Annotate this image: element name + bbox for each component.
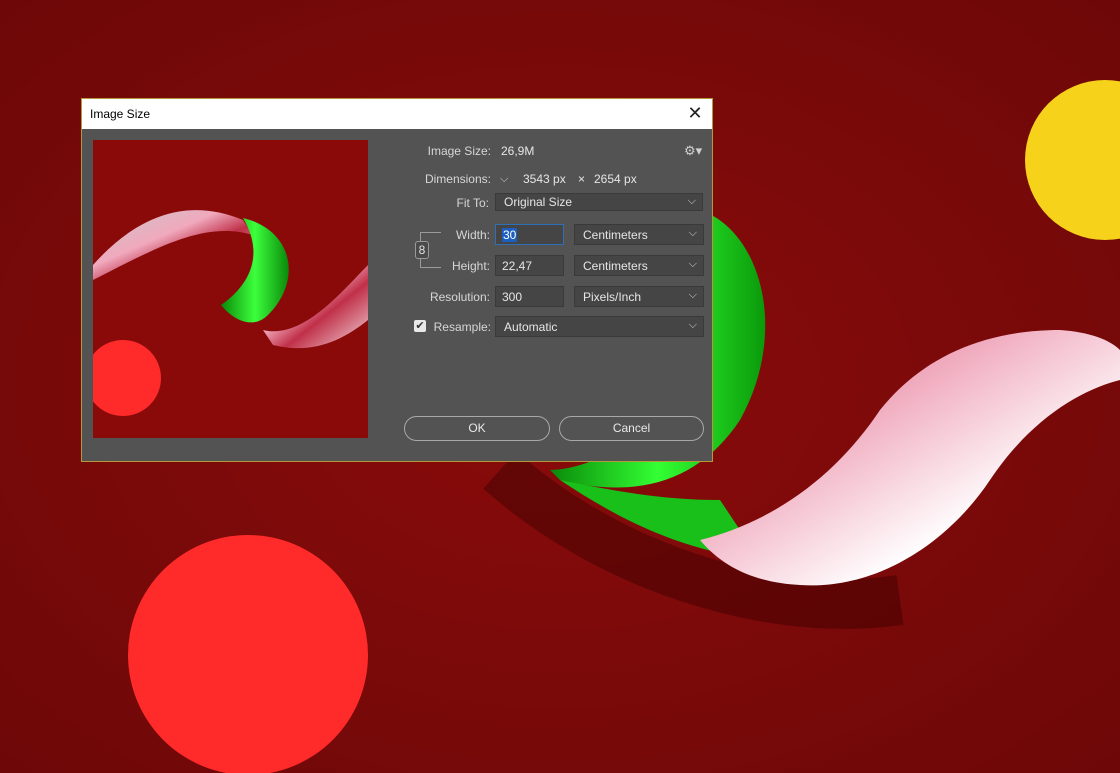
chevron-down-icon: ⌵ [688, 227, 697, 239]
image-size-value: 26,9M [501, 144, 535, 158]
chevron-down-icon: ⌵ [688, 289, 697, 301]
image-size-label: Image Size: [427, 144, 491, 158]
chevron-down-icon[interactable]: ⌵ [500, 173, 508, 186]
resolution-unit-select[interactable]: Pixels/Inch ⌵ [574, 286, 704, 307]
width-label: Width: [455, 228, 490, 242]
height-label: Height: [451, 259, 490, 273]
dimension-height: 2654 px [594, 172, 637, 186]
cancel-button[interactable]: Cancel [559, 416, 704, 441]
image-preview[interactable] [93, 140, 368, 438]
gear-icon[interactable]: ⚙▾ [684, 143, 702, 159]
width-input[interactable]: 30 [495, 224, 564, 245]
resolution-label: Resolution: [429, 290, 490, 304]
width-unit-select[interactable]: Centimeters ⌵ [574, 224, 704, 245]
height-unit: Centimeters [583, 259, 648, 273]
resample-select[interactable]: Automatic ⌵ [495, 316, 704, 337]
height-unit-select[interactable]: Centimeters ⌵ [574, 255, 704, 276]
height-value: 22,47 [502, 259, 533, 273]
resolution-unit: Pixels/Inch [583, 290, 642, 304]
red-circle [128, 535, 368, 773]
dimension-times: × [578, 172, 586, 186]
chevron-down-icon: ⌵ [687, 195, 696, 207]
link-icon[interactable]: 8 [415, 241, 429, 259]
resample-label: Resample: [433, 320, 491, 334]
chevron-down-icon: ⌵ [688, 258, 697, 270]
resample-checkbox[interactable]: ✔ [414, 320, 426, 332]
image-size-dialog: Image Size ✕ Image Size: 26,9M ⚙▾ Dimens… [81, 98, 713, 462]
close-icon[interactable]: ✕ [684, 102, 706, 124]
fit-to-value: Original Size [504, 195, 573, 209]
checkmark-icon: ✔ [415, 320, 425, 332]
fit-to-select[interactable]: Original Size ⌵ [495, 193, 703, 211]
chevron-down-icon: ⌵ [688, 319, 697, 331]
resolution-value: 300 [502, 290, 523, 304]
width-unit: Centimeters [583, 228, 648, 242]
dimensions-label: Dimensions: [424, 172, 491, 186]
resolution-input[interactable]: 300 [495, 286, 564, 307]
dimension-width: 3543 px [523, 172, 566, 186]
width-value: 30 [502, 228, 518, 242]
dialog-title: Image Size [90, 107, 151, 121]
resample-value: Automatic [504, 320, 558, 334]
fit-to-label: Fit To: [456, 196, 489, 210]
dialog-titlebar[interactable]: Image Size ✕ [82, 99, 712, 129]
height-input[interactable]: 22,47 [495, 255, 564, 276]
ok-button[interactable]: OK [404, 416, 550, 441]
